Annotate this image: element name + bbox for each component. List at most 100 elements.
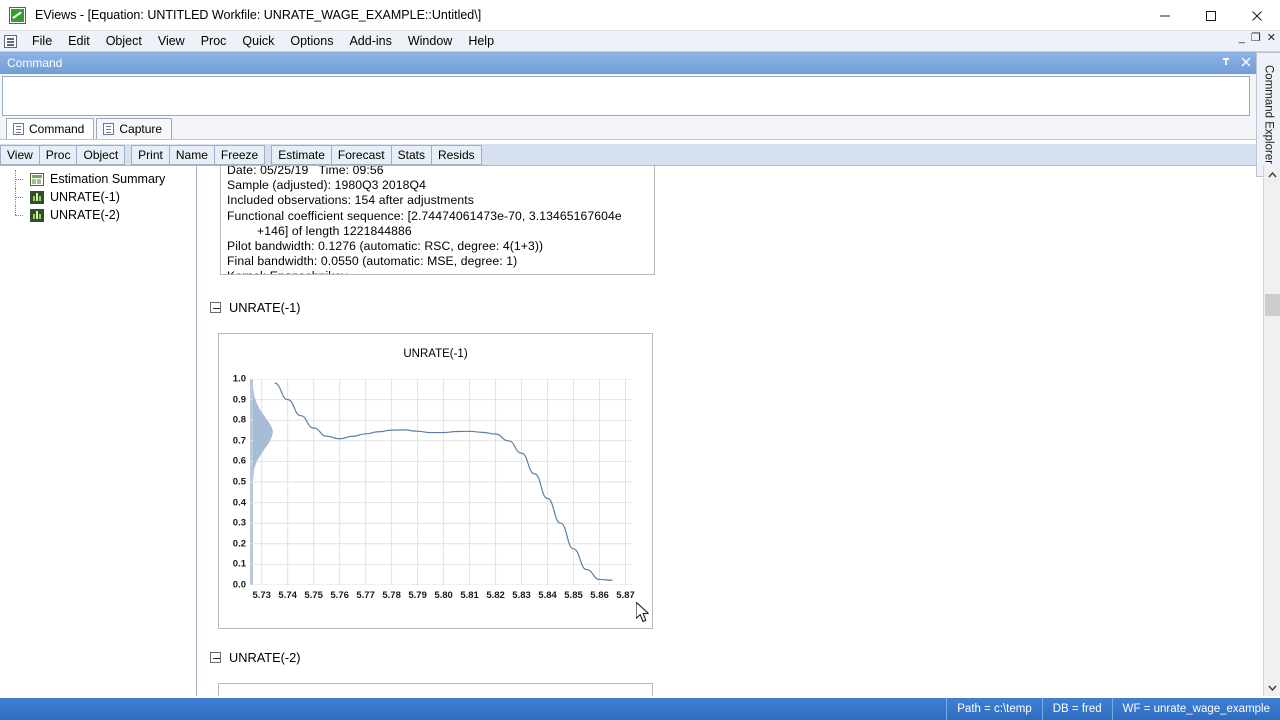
- chart-x-tick-label: 5.73: [252, 590, 271, 601]
- view-button[interactable]: View: [0, 144, 40, 165]
- chart-y-tick-label: 0.3: [232, 517, 246, 529]
- object-tree-panel: Estimation Summary UNRATE(-1) UNRATE(-2): [0, 166, 197, 696]
- output-vertical-scrollbar[interactable]: [1263, 166, 1280, 696]
- estimate-button[interactable]: Estimate: [271, 144, 332, 165]
- menu-item-proc[interactable]: Proc: [193, 32, 235, 51]
- mdi-restore-icon[interactable]: ❐: [1251, 33, 1261, 44]
- chart-y-tick-label: 0.1: [232, 558, 246, 570]
- summary-line: Kernel: Epanechnikov: [227, 269, 648, 274]
- chart-x-tick-label: 5.80: [434, 590, 453, 601]
- command-explorer-label: Command Explorer: [1262, 64, 1275, 165]
- collapse-toggle-icon[interactable]: [210, 302, 221, 313]
- tree-item-unrate-1[interactable]: UNRATE(-1): [0, 188, 196, 206]
- scrollbar-thumb[interactable]: [1265, 294, 1280, 316]
- chart-x-tick-label: 5.85: [564, 590, 583, 601]
- chart-x-tick-label: 5.79: [408, 590, 427, 601]
- section-header-unrate-2[interactable]: UNRATE(-2): [210, 650, 301, 665]
- menu-item-view[interactable]: View: [150, 32, 193, 51]
- command-panel-title: Command: [7, 56, 63, 70]
- chart-y-tick-label: 0.4: [232, 497, 246, 509]
- stats-button[interactable]: Stats: [390, 144, 432, 165]
- command-input[interactable]: [2, 76, 1250, 116]
- status-db: DB = fred: [1041, 698, 1112, 720]
- window-title: EViews - [Equation: UNTITLED Workfile: U…: [35, 8, 482, 22]
- chart-y-tick-label: 0.9: [232, 394, 246, 406]
- summary-line: Final bandwidth: 0.0550 (automatic: MSE,…: [227, 254, 518, 269]
- summary-line: +146] of length 1221844886: [257, 223, 412, 238]
- menu-item-window[interactable]: Window: [400, 32, 460, 51]
- menu-item-quick[interactable]: Quick: [234, 32, 282, 51]
- chart-x-tick-label: 5.78: [382, 590, 401, 601]
- command-panel: Command Command Capture: [0, 52, 1256, 140]
- close-icon[interactable]: [1234, 0, 1280, 31]
- chart-x-tick-label: 5.81: [460, 590, 479, 601]
- freeze-button[interactable]: Freeze: [213, 144, 266, 165]
- tab-command[interactable]: Command: [6, 118, 95, 139]
- window-controls: [1142, 0, 1280, 31]
- chevron-down-icon[interactable]: [1264, 679, 1280, 696]
- chart-y-tick-label: 0.5: [232, 476, 246, 488]
- maximize-icon[interactable]: [1188, 0, 1234, 31]
- table-icon: [30, 172, 44, 186]
- menu-item-object[interactable]: Object: [98, 32, 150, 51]
- system-menu-icon[interactable]: [4, 34, 17, 48]
- object-button[interactable]: Object: [76, 144, 126, 165]
- chart-title: UNRATE(-1): [403, 348, 468, 360]
- chart-y-tick-label: 0.8: [232, 414, 246, 426]
- command-explorer-tab[interactable]: Command Explorer: [1256, 52, 1280, 177]
- chart-density-strip: [253, 389, 273, 478]
- chart-x-tick-label: 5.74: [278, 590, 297, 601]
- tree-item-label: Estimation Summary: [50, 172, 166, 186]
- chart-x-tick-label: 5.75: [304, 590, 323, 601]
- summary-line: Sample (adjusted): 1980Q3 2018Q4: [227, 178, 427, 193]
- chart-x-tick-label: 5.76: [330, 590, 349, 601]
- forecast-button[interactable]: Forecast: [330, 144, 392, 165]
- mdi-window-controls: _ ❐ ✕: [1239, 33, 1276, 44]
- eviews-window: EViews - [Equation: UNTITLED Workfile: U…: [0, 0, 1280, 720]
- chart-gridlines: [250, 379, 632, 585]
- chart-y-tick-label: 0.0: [232, 579, 246, 591]
- command-panel-tabs: Command Capture: [6, 118, 174, 139]
- menu-item-edit[interactable]: Edit: [60, 32, 98, 51]
- tree-item-estimation-summary[interactable]: Estimation Summary: [0, 170, 196, 188]
- close-icon[interactable]: [1241, 57, 1251, 69]
- mdi-close-icon[interactable]: ✕: [1267, 33, 1276, 44]
- chevron-up-icon[interactable]: [1264, 166, 1280, 183]
- pin-icon[interactable]: [1221, 57, 1231, 69]
- menu-item-addins[interactable]: Add-ins: [341, 32, 399, 51]
- tree-guide-icon: [12, 206, 24, 224]
- chart-y-tick-label: 1.0: [232, 373, 246, 385]
- document-icon: [103, 123, 115, 135]
- resids-button[interactable]: Resids: [430, 144, 482, 165]
- menu-item-options[interactable]: Options: [282, 32, 341, 51]
- tree-item-label: UNRATE(-1): [50, 190, 120, 204]
- tab-capture-label: Capture: [119, 122, 163, 136]
- section-header-label: UNRATE(-1): [229, 300, 301, 315]
- tab-capture[interactable]: Capture: [96, 118, 173, 139]
- menu-item-help[interactable]: Help: [460, 32, 502, 51]
- tab-command-label: Command: [29, 122, 85, 136]
- bar-chart-icon: [30, 208, 44, 222]
- equation-output-area: Date: 05/25/19 Time: 09:56 Sample (adjus…: [198, 166, 1238, 696]
- minimize-icon[interactable]: [1142, 0, 1188, 31]
- tree-guide-icon: [12, 188, 24, 206]
- chart-x-tick-label: 5.86: [590, 590, 609, 601]
- status-bar: Path = c:\temp DB = fred WF = unrate_wag…: [0, 698, 1280, 720]
- summary-line: Functional coefficient sequence: [2.7447…: [227, 208, 622, 223]
- collapse-toggle-icon[interactable]: [210, 652, 221, 663]
- estimation-summary-text: Date: 05/25/19 Time: 09:56 Sample (adjus…: [221, 166, 654, 274]
- section-header-label: UNRATE(-2): [229, 650, 301, 665]
- tree-item-unrate-2[interactable]: UNRATE(-2): [0, 206, 196, 224]
- section-header-unrate-1[interactable]: UNRATE(-1): [210, 300, 301, 315]
- print-button[interactable]: Print: [131, 144, 170, 165]
- name-button[interactable]: Name: [168, 144, 215, 165]
- command-panel-caption: Command: [0, 52, 1256, 74]
- status-path: Path = c:\temp: [946, 698, 1041, 720]
- chart-svg: [250, 379, 632, 585]
- mdi-minimize-icon[interactable]: _: [1239, 33, 1245, 44]
- tree-item-label: UNRATE(-2): [50, 208, 120, 222]
- eviews-logo-icon: [9, 6, 26, 24]
- object-toolbar: View Proc Object Print Name Freeze Estim…: [0, 144, 1256, 166]
- proc-button[interactable]: Proc: [38, 144, 78, 165]
- menu-item-file[interactable]: File: [24, 32, 60, 51]
